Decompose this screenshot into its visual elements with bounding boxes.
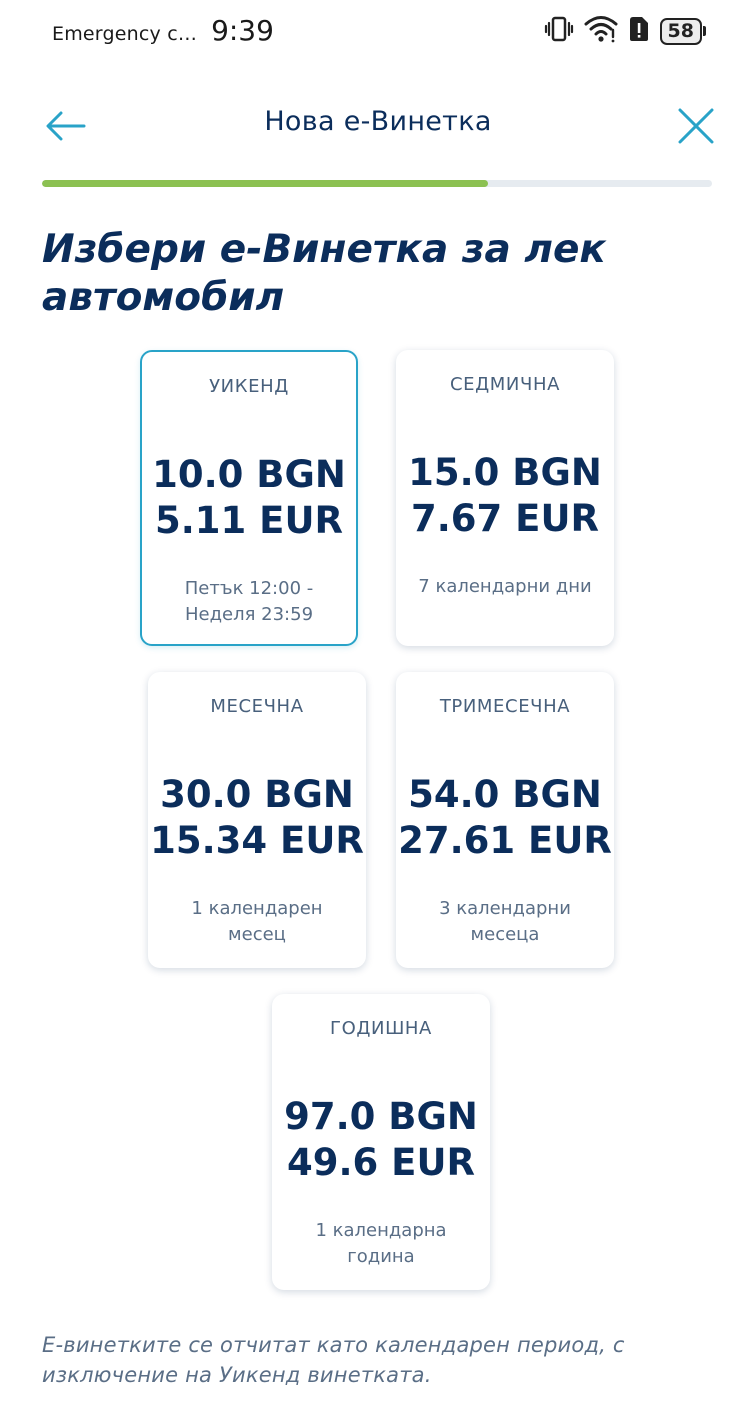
status-left: Emergency c… 9:39 bbox=[52, 14, 274, 47]
price-eur: 49.6 EUR bbox=[287, 1141, 475, 1184]
section-heading: Избери е-Винетка за лек автомобил bbox=[42, 227, 606, 320]
vignette-card-annual[interactable]: ГОДИШНА 97.0 BGN 49.6 EUR 1 календарна г… bbox=[272, 994, 490, 1290]
price-eur: 5.11 EUR bbox=[155, 499, 343, 542]
price-bgn: 15.0 BGN bbox=[408, 451, 602, 494]
progress-fill bbox=[42, 180, 488, 187]
card-title: СЕДМИЧНА bbox=[450, 374, 560, 395]
price-bgn: 54.0 BGN bbox=[408, 773, 602, 816]
card-description: 1 календарна година bbox=[315, 1220, 447, 1267]
price-eur: 15.34 EUR bbox=[150, 819, 364, 862]
footer-note: Е-винетките се отчитат като календарен п… bbox=[42, 1333, 625, 1387]
card-description: 3 календарни месеца bbox=[439, 898, 571, 945]
clock: 9:39 bbox=[211, 14, 274, 47]
top-bar: Нова е-Винетка bbox=[0, 90, 756, 160]
vignette-card-monthly[interactable]: МЕСЕЧНА 30.0 BGN 15.34 EUR 1 календарен … bbox=[148, 672, 366, 968]
close-icon bbox=[678, 108, 714, 144]
card-price: 15.0 BGN 7.67 EUR bbox=[396, 450, 614, 542]
card-price: 54.0 BGN 27.61 EUR bbox=[396, 772, 614, 864]
price-bgn: 30.0 BGN bbox=[160, 773, 354, 816]
card-description: 7 календарни дни bbox=[418, 576, 592, 597]
vignette-card-quarterly[interactable]: ТРИМЕСЕЧНА 54.0 BGN 27.61 EUR 3 календар… bbox=[396, 672, 614, 968]
vignette-card-weekend[interactable]: УИКЕНД 10.0 BGN 5.11 EUR Петък 12:00 - Н… bbox=[140, 350, 358, 646]
card-title: УИКЕНД bbox=[209, 376, 289, 397]
price-bgn: 10.0 BGN bbox=[152, 453, 346, 496]
battery-level: 58 bbox=[659, 17, 702, 45]
wifi-icon bbox=[584, 14, 618, 48]
card-title: ГОДИШНА bbox=[330, 1018, 432, 1039]
battery-tip bbox=[703, 26, 706, 36]
carrier-label: Emergency c… bbox=[52, 23, 198, 45]
battery-icon: 58 bbox=[659, 17, 706, 45]
card-description: Петък 12:00 - Неделя 23:59 bbox=[184, 578, 314, 625]
price-eur: 7.67 EUR bbox=[411, 497, 599, 540]
card-title: МЕСЕЧНА bbox=[210, 696, 304, 717]
sim-alert-icon bbox=[628, 15, 650, 47]
status-right: 58 bbox=[544, 14, 706, 48]
price-eur: 27.61 EUR bbox=[398, 819, 612, 862]
vibrate-icon bbox=[544, 14, 574, 48]
card-price: 97.0 BGN 49.6 EUR bbox=[272, 1094, 490, 1186]
card-title: ТРИМЕСЕЧНА bbox=[439, 696, 571, 717]
price-bgn: 97.0 BGN bbox=[284, 1095, 478, 1138]
page-title: Нова е-Винетка bbox=[264, 106, 492, 137]
progress-bar bbox=[42, 180, 712, 187]
card-price: 10.0 BGN 5.11 EUR bbox=[142, 452, 356, 544]
status-bar: Emergency c… 9:39 58 bbox=[0, 0, 756, 62]
card-price: 30.0 BGN 15.34 EUR bbox=[148, 772, 366, 864]
vignette-card-weekly[interactable]: СЕДМИЧНА 15.0 BGN 7.67 EUR 7 календарни … bbox=[396, 350, 614, 646]
close-button[interactable] bbox=[676, 106, 716, 146]
card-description: 1 календарен месец bbox=[191, 898, 323, 945]
